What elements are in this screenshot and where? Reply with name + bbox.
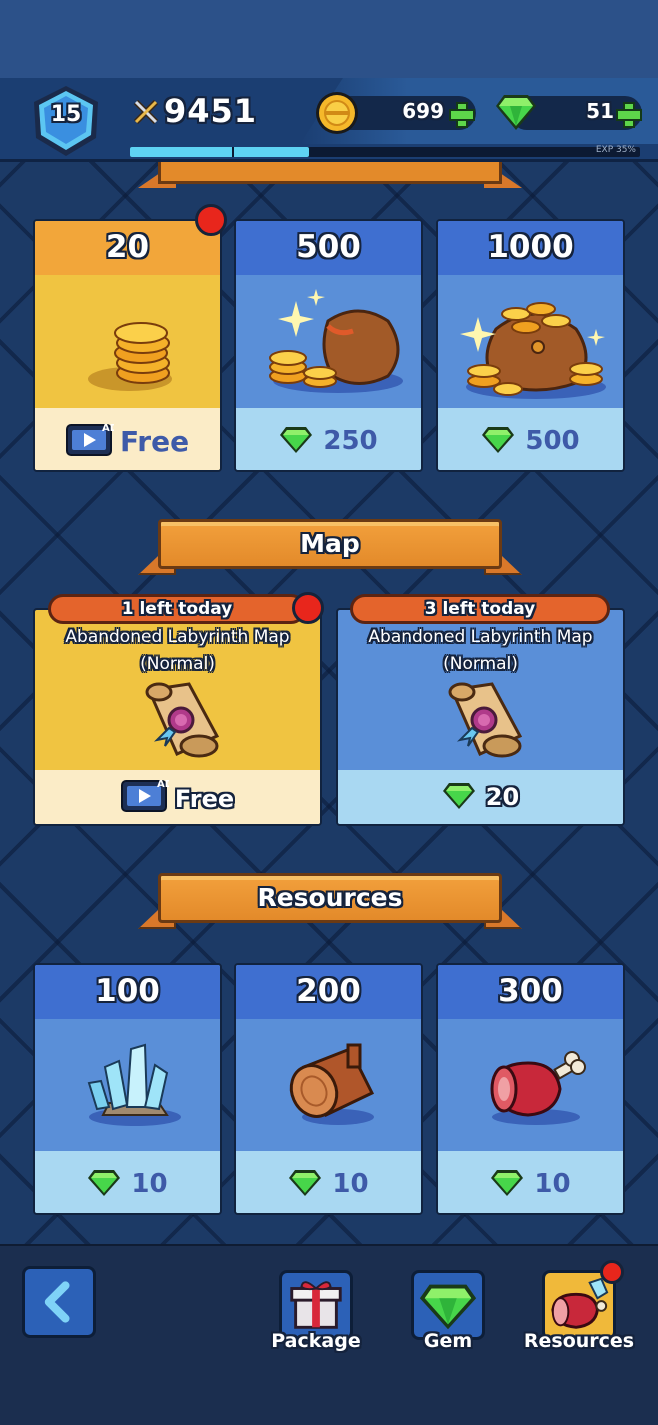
resources-section-banner: Resources (138, 873, 522, 931)
gold-banner-remnant (138, 162, 522, 188)
gem-icon (494, 92, 538, 132)
offer-amount: 500 (296, 229, 361, 265)
map-name-line2: (Normal) (140, 654, 215, 674)
free-label: Free (174, 785, 235, 813)
gold-offer-card-1000[interactable]: 1000 500 (436, 219, 625, 472)
price-value: 10 (131, 1169, 168, 1199)
offer-amount: 20 (105, 229, 150, 265)
notification-dot (600, 1260, 624, 1284)
resource-card-wood[interactable]: 200 10 (234, 963, 423, 1215)
power-value: 9451 (164, 92, 258, 130)
exp-label: EXP 35% (595, 145, 636, 155)
offer-price: 10 (35, 1169, 220, 1199)
map-section-banner: Map (138, 519, 522, 577)
coin-stack-icon (85, 301, 185, 401)
scroll-map-icon (442, 680, 526, 760)
gem-price-icon (288, 1169, 322, 1197)
price-value: 20 (485, 783, 520, 811)
scroll-map-icon (139, 680, 223, 760)
price-value: 500 (525, 426, 580, 456)
player-level: 15 (50, 102, 82, 127)
map-offer-card-ad[interactable]: Abandoned Labyrinth Map (Normal) AD Free (33, 608, 322, 826)
chevron-left-icon (44, 1281, 70, 1323)
exp-bar-fill (130, 147, 309, 157)
daily-limit-badge: 3 left today (350, 594, 610, 624)
free-label: Free (119, 425, 190, 458)
exp-bar (130, 147, 640, 157)
price-value: 10 (534, 1169, 571, 1199)
resource-card-meat[interactable]: 300 10 (436, 963, 625, 1215)
gold-offer-card-ad[interactable]: 20 AD Free (33, 219, 222, 472)
ad-badge: AD (157, 779, 169, 790)
offer-amount: 100 (95, 973, 160, 1009)
offer-price: 10 (438, 1169, 623, 1199)
map-name-line2: (Normal) (443, 654, 518, 674)
offer-price: 500 (438, 426, 623, 456)
crystal-icon (83, 1039, 183, 1129)
add-gems-button[interactable] (616, 102, 642, 128)
offer-price: AD Free (35, 777, 320, 814)
crossed-swords-icon (132, 98, 160, 126)
meat-icon (484, 1045, 588, 1129)
gem-price-icon (87, 1169, 121, 1197)
add-coins-button[interactable] (449, 102, 475, 128)
offer-amount: 1000 (487, 229, 574, 265)
resources-icon (551, 1277, 609, 1329)
wood-log-icon (282, 1037, 382, 1129)
map-name-line1: Abandoned Labyrinth Map (65, 627, 290, 647)
gold-offer-card-500[interactable]: 500 250 (234, 219, 423, 472)
map-name-line1: Abandoned Labyrinth Map (368, 627, 593, 647)
offer-price: 10 (236, 1169, 421, 1199)
status-area (0, 0, 658, 78)
resource-card-crystal[interactable]: 100 10 (33, 963, 222, 1215)
gem-price-icon (490, 1169, 524, 1197)
ad-badge: AD (102, 423, 114, 434)
tab-label-gem: Gem (423, 1330, 473, 1352)
notification-dot (292, 592, 324, 624)
exp-bar-divider (232, 147, 234, 157)
notification-dot (195, 204, 227, 236)
ad-video-icon: AD (120, 777, 173, 813)
coin-sack-icon (258, 281, 408, 401)
offer-amount: 200 (296, 973, 361, 1009)
offer-amount: 300 (498, 973, 563, 1009)
back-button[interactable] (22, 1266, 96, 1338)
offer-price: 250 (236, 426, 421, 456)
section-title: Map (300, 529, 360, 558)
tab-label-package: Package (271, 1330, 361, 1352)
gem-icon (419, 1284, 477, 1330)
offer-price: AD Free (35, 421, 220, 458)
coin-amount: 699 (402, 99, 444, 123)
tab-label-resources: Resources (523, 1330, 635, 1352)
map-offer-card-gem[interactable]: Abandoned Labyrinth Map (Normal) 20 (336, 608, 625, 826)
gold-coin-icon (314, 90, 360, 136)
gem-price-icon (279, 426, 313, 454)
gift-box-icon (290, 1281, 342, 1329)
offer-price: 20 (338, 782, 623, 812)
gem-amount: 51 (586, 99, 614, 123)
coin-pile-sack-icon (456, 279, 612, 404)
section-title: Resources (257, 883, 403, 912)
gem-price-icon (481, 426, 515, 454)
gem-price-icon (442, 782, 476, 810)
ad-video-icon: AD (65, 421, 118, 457)
daily-limit-badge: 1 left today (48, 594, 306, 624)
price-value: 250 (323, 426, 378, 456)
price-value: 10 (332, 1169, 369, 1199)
